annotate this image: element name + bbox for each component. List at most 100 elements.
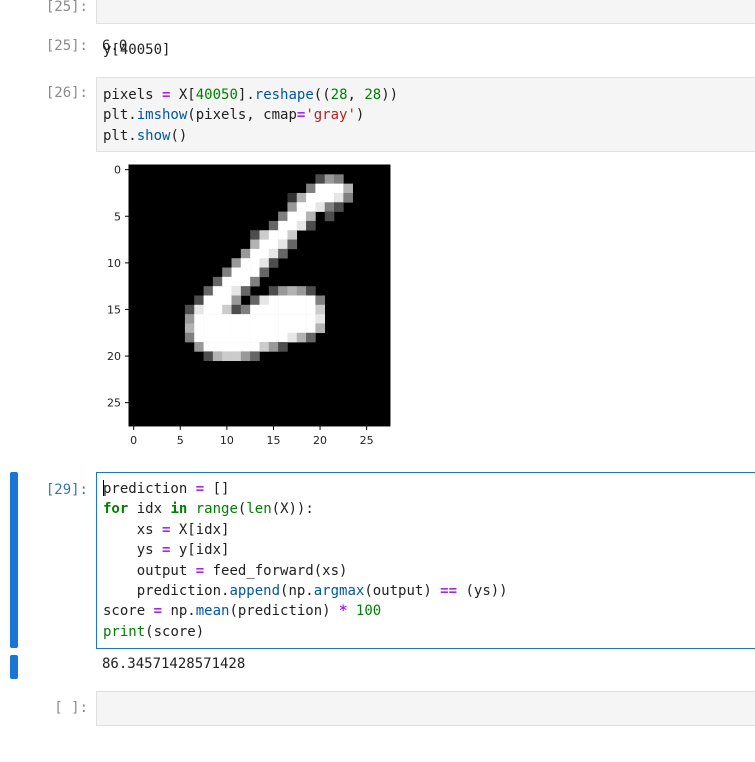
pixel-cell [268, 332, 279, 343]
pixel-cell [212, 351, 223, 362]
pixel-cell [222, 332, 232, 343]
pixel-cell [250, 295, 260, 306]
output-prompt: [25]: [45, 38, 88, 54]
pixel-cell [240, 276, 251, 287]
code-editor[interactable]: prediction = [] for idx in range(len(X)):… [96, 472, 755, 649]
pixel-cell [278, 286, 288, 296]
pixel-cell [194, 332, 204, 343]
pixel-cell [231, 323, 242, 334]
y-tick-label: 0 [114, 164, 121, 177]
pixel-cell [194, 295, 204, 306]
pixel-cell [231, 258, 242, 268]
pixel-cell [194, 342, 204, 352]
code-editor[interactable]: y[40050] [96, 0, 755, 58]
pixel-cell [296, 220, 307, 231]
pixel-cell [240, 351, 251, 362]
pixel-cell [306, 220, 316, 231]
cell-26-input[interactable]: [26]: pixels = X[40050].reshape((28, 28)… [0, 77, 755, 153]
code-line: output = feed_forward(xs) [103, 562, 348, 579]
pixel-cell [296, 202, 307, 212]
pixel-cell [240, 267, 251, 278]
pixel-cell [203, 295, 214, 306]
pixel-cell [222, 286, 232, 296]
pixel-cell [259, 342, 270, 352]
pixel-cell [212, 304, 223, 315]
pixel-cell [278, 342, 288, 352]
pixel-cell [184, 332, 195, 343]
x-tick-label: 25 [360, 434, 374, 447]
pixel-cell [296, 286, 307, 296]
pixel-cell [324, 202, 335, 212]
pixel-cell [278, 230, 288, 240]
pixel-cell [268, 248, 279, 259]
code-line: for idx in range(len(X)): [103, 501, 314, 518]
pixel-cell [296, 304, 307, 315]
pixel-cell [203, 323, 214, 334]
pixel-cell [278, 304, 288, 315]
pixel-cell [278, 239, 288, 250]
input-prompt: [26]: [45, 85, 88, 101]
code-editor[interactable]: pixels = X[40050].reshape((28, 28)) plt.i… [96, 77, 755, 152]
pixel-cell [259, 304, 270, 315]
x-tick-label: 10 [220, 434, 234, 447]
pixel-cell [250, 332, 260, 343]
cell-25-input[interactable]: [25]: y[40050] [0, 0, 755, 58]
pixel-cell [306, 286, 316, 296]
pixel-cell [231, 267, 242, 278]
pixel-cell [259, 239, 270, 250]
pixel-cell [250, 351, 260, 362]
pixel-cell [296, 192, 307, 203]
pixel-cell [324, 211, 335, 222]
pixel-cell [231, 295, 242, 306]
pixel-cell [212, 323, 223, 334]
x-tick-label: 5 [177, 434, 184, 447]
pixel-cell [296, 323, 307, 334]
pixel-cell [222, 304, 232, 315]
pixel-cell [268, 304, 279, 315]
pixel-cell [268, 220, 279, 231]
pixel-cell [306, 314, 316, 324]
code-editor[interactable] [96, 691, 755, 726]
code-line: plt.imshow(pixels, cmap='gray') [103, 107, 365, 124]
plot-figure: 0 0 5 5 10 10 15 15 20 20 25 25 [107, 164, 391, 447]
pixel-cell [287, 314, 298, 324]
pixel-cell [287, 295, 298, 306]
pixel-cell [278, 332, 288, 343]
pixel-cell [306, 323, 316, 334]
y-tick-label: 20 [107, 350, 121, 363]
pixel-cell [203, 332, 214, 343]
pixel-cell [231, 342, 242, 352]
pixel-cell [315, 323, 326, 334]
pixel-cell [287, 202, 298, 212]
pixel-cell [222, 323, 232, 334]
cell-29-input[interactable]: [29]: prediction = [] for idx in range(le… [0, 472, 755, 649]
pixel-cell [222, 314, 232, 324]
pixel-cell [203, 304, 214, 315]
pixel-cell [250, 276, 260, 287]
x-tick-label: 20 [313, 434, 327, 447]
pixel-cell [324, 192, 335, 203]
input-prompt: [29]: [45, 482, 88, 498]
pixel-cell [268, 286, 279, 296]
output-text: 86.34571428571428 [102, 656, 246, 672]
pixel-cell [231, 351, 242, 362]
pixel-cell [231, 314, 242, 324]
pixel-cell [212, 286, 223, 296]
x-tick-label: 0 [130, 434, 137, 447]
pixel-cell [240, 286, 251, 296]
cell-empty-input[interactable]: [ ]: [0, 691, 755, 726]
pixel-cell [268, 230, 279, 240]
pixel-cell [250, 239, 260, 250]
pixel-cell [231, 276, 242, 287]
pixel-cell [250, 230, 260, 240]
pixel-cell [287, 230, 298, 240]
y-tick-label: 25 [107, 397, 121, 410]
y-tick-label: 10 [107, 257, 121, 270]
pixel-cell [306, 295, 316, 306]
pixel-cell [324, 174, 335, 184]
input-prompt: [25]: [45, 0, 88, 15]
pixel-cell [268, 239, 279, 250]
pixel-cell [240, 342, 251, 352]
pixel-cell [278, 248, 288, 259]
pixel-cell [250, 248, 260, 259]
